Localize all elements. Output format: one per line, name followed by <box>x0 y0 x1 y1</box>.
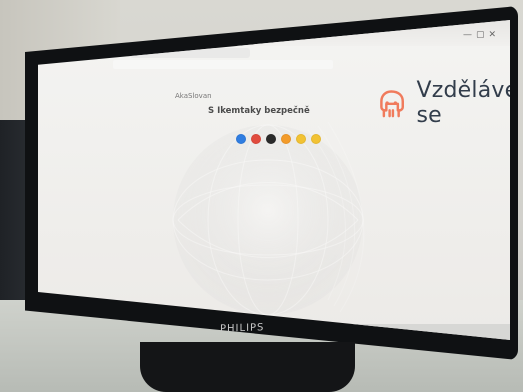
blue-reaction-icon[interactable] <box>236 134 246 144</box>
brand-logo-icon <box>380 90 404 118</box>
vzdelavej-brand: Vzdělávej se <box>374 78 510 128</box>
page-small-brand: AkaSlovan <box>175 92 212 100</box>
emoji-reaction-row <box>236 134 321 144</box>
page-headline: S Ikemtaky bezpečně <box>208 106 310 116</box>
dark-reaction-icon[interactable] <box>266 134 276 144</box>
red-reaction-icon[interactable] <box>251 134 261 144</box>
monitor-screen: —▢✕ AkaSlovan S Ikemtaky bezpečně Vzdělá… <box>38 20 510 340</box>
monitor-brand: PHILIPS <box>220 322 265 335</box>
yellow-reaction-1-icon[interactable] <box>296 134 306 144</box>
browser-window-controls-icon[interactable]: —▢✕ <box>463 30 500 40</box>
orange-reaction-icon[interactable] <box>281 134 291 144</box>
yellow-reaction-2-icon[interactable] <box>311 134 321 144</box>
brand-text: Vzdělávej se <box>416 78 510 128</box>
photo-scene: —▢✕ AkaSlovan S Ikemtaky bezpečně Vzdělá… <box>0 0 523 392</box>
monitor-stand <box>140 342 355 392</box>
browser-url-bar[interactable] <box>113 60 333 69</box>
globe-graphic <box>172 121 365 316</box>
